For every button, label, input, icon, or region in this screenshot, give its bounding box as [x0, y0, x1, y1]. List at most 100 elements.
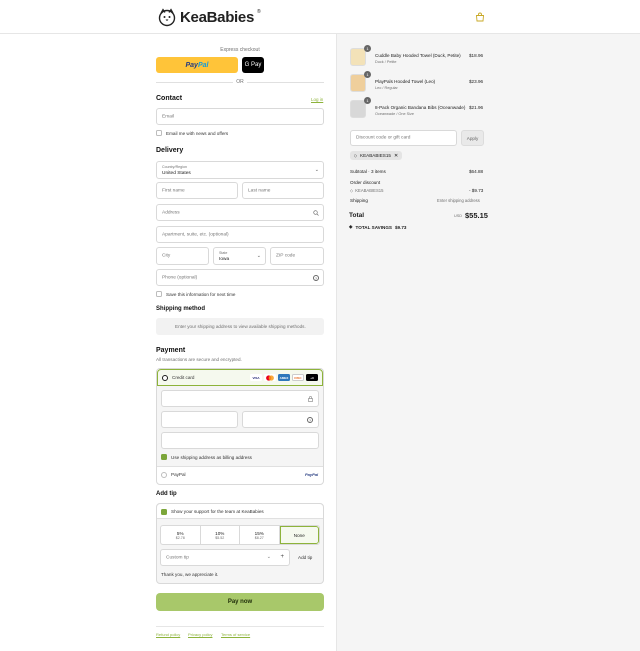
or-separator: OR	[233, 79, 247, 85]
product-thumbnail	[350, 48, 366, 66]
discount-value: - $9.73	[469, 188, 484, 193]
credit-card-label: Credit card	[172, 375, 195, 380]
item-price: $21.96	[469, 105, 484, 110]
news-checkbox[interactable]	[156, 130, 162, 136]
discount-code-row: ◇ KEABABIES15	[350, 188, 383, 193]
country-label: Country/Region	[162, 164, 187, 169]
cart-item: 1	[350, 45, 371, 66]
product-thumbnail	[350, 74, 366, 92]
item-name: 8-Pack Organic Bandana Bibs (Oceanwade)	[375, 105, 466, 110]
last-name-field[interactable]: Last name	[242, 182, 324, 199]
tag-icon: ⌂	[352, 152, 359, 159]
order-discount-label: Order discount	[350, 180, 381, 185]
tip-amount: $5.52	[215, 535, 225, 540]
payment-heading: Payment	[156, 347, 186, 354]
city-field[interactable]: City	[156, 247, 209, 265]
plus-icon[interactable]: +	[280, 554, 284, 560]
save-info-checkbox[interactable]	[156, 291, 162, 297]
payment-subtitle: All transactions are secure and encrypte…	[156, 357, 242, 362]
brand-name: KeaBabies	[180, 8, 255, 26]
credit-card-option[interactable]: Credit card VISA AMEX DISC +3	[157, 369, 323, 386]
add-tip-button[interactable]: Add tip	[298, 555, 312, 560]
visa-icon: VISA	[250, 374, 262, 381]
paypal-word-pal: Pal	[197, 61, 209, 69]
search-icon	[313, 210, 319, 216]
expiry-field[interactable]	[161, 411, 238, 428]
refund-policy-link[interactable]: Refund policy	[156, 632, 180, 637]
state-value: Iowa	[219, 256, 230, 262]
shipping-heading: Shipping method	[156, 306, 205, 312]
first-name-placeholder: First name	[162, 188, 185, 193]
tip-thanks: Thank you, we appreciate it.	[161, 572, 219, 577]
privacy-policy-link[interactable]: Privacy policy	[188, 632, 212, 637]
help-icon[interactable]: ?	[313, 274, 319, 281]
quantity-badge: 1	[364, 97, 371, 104]
quantity-badge: 1	[364, 71, 371, 78]
tip-option-10[interactable]: 10% $5.52	[201, 526, 240, 544]
item-price: $23.96	[469, 79, 484, 84]
shopping-bag-icon[interactable]	[475, 12, 485, 22]
name-on-card-field[interactable]	[161, 432, 319, 449]
tip-amount: $8.27	[254, 535, 264, 540]
address-field[interactable]: Address	[156, 204, 324, 221]
phone-field[interactable]: Phone (optional) ?	[156, 269, 324, 286]
paypal-label: PayPal	[171, 472, 186, 477]
total-savings-row: ◈ TOTAL SAVINGS $9.73	[349, 224, 406, 230]
security-code-field[interactable]: ?	[242, 411, 319, 428]
zip-field[interactable]: ZIP code	[270, 247, 324, 265]
total-label: Total	[349, 212, 365, 219]
shipping-value: Enter shipping address	[437, 198, 480, 203]
tip-option-none[interactable]: None	[279, 526, 319, 544]
tip-option-15[interactable]: 15% $8.27	[240, 526, 280, 544]
item-variant: Duck / Petite	[375, 60, 397, 64]
amex-icon: AMEX	[278, 374, 290, 381]
order-summary-panel	[337, 34, 640, 651]
applied-discount-tag: ⌂ KEABABIES15 ✕	[350, 151, 403, 160]
applied-code: KEABABIES15	[360, 153, 391, 158]
shipping-label: Shipping	[350, 198, 368, 203]
discount-code-field[interactable]: Discount code or gift card	[350, 130, 457, 146]
address-placeholder: Address	[162, 210, 180, 215]
kea-bird-logo-icon	[158, 8, 176, 27]
tip-support-checkbox[interactable]	[161, 508, 167, 515]
email-field[interactable]: Email	[156, 108, 324, 125]
terms-link[interactable]: Terms of service	[221, 632, 250, 637]
apartment-field[interactable]: Apartment, suite, etc. (optional)	[156, 226, 324, 243]
minus-icon[interactable]: ⌄	[267, 554, 271, 560]
tip-option-5[interactable]: 5% $2.78	[161, 526, 201, 544]
apply-button[interactable]: Apply	[461, 130, 484, 146]
lock-icon	[308, 396, 313, 402]
country-select[interactable]: Country/Region United States ⌄	[156, 161, 324, 179]
brand-logo[interactable]: KeaBabies ®	[157, 7, 261, 27]
card-number-field[interactable]	[161, 390, 319, 407]
radio-selected[interactable]	[162, 375, 168, 381]
paypal-word-pay: Pay	[185, 61, 198, 69]
currency-code: USD	[454, 214, 463, 218]
total-value: $55.15	[465, 211, 488, 220]
save-info-label: Save this information for next time	[166, 291, 236, 297]
mastercard-icon	[264, 374, 276, 381]
paypal-option[interactable]: PayPal PayPal	[157, 466, 323, 484]
google-pay-button[interactable]: G Pay	[242, 57, 264, 73]
remove-discount-icon[interactable]: ✕	[394, 153, 398, 159]
contact-heading: Contact	[156, 95, 183, 102]
phone-placeholder: Phone (optional)	[162, 275, 198, 280]
radio-unselected[interactable]	[161, 472, 167, 478]
zip-placeholder: ZIP code	[276, 253, 296, 259]
last-name-placeholder: Last name	[248, 188, 271, 193]
billing-checkbox[interactable]	[161, 454, 167, 460]
login-link[interactable]: Log in	[311, 97, 323, 102]
paypal-express-button[interactable]: Pay Pal	[156, 57, 238, 73]
news-label: Email me with news and offers	[166, 130, 229, 136]
pay-now-button[interactable]: Pay now	[156, 593, 324, 611]
tag-icon: ◇	[350, 188, 354, 193]
tip-amount: $2.78	[175, 535, 185, 540]
custom-tip-field[interactable]: Custom tip ⌄ +	[160, 549, 290, 566]
discount-placeholder: Discount code or gift card	[356, 135, 411, 141]
state-label: State	[219, 250, 228, 255]
tag-icon: ◈	[349, 224, 353, 229]
first-name-field[interactable]: First name	[156, 182, 238, 199]
subtotal-label: Subtotal · 3 items	[350, 169, 386, 174]
help-icon[interactable]: ?	[307, 417, 313, 423]
state-select[interactable]: State Iowa ⌄	[213, 247, 266, 265]
